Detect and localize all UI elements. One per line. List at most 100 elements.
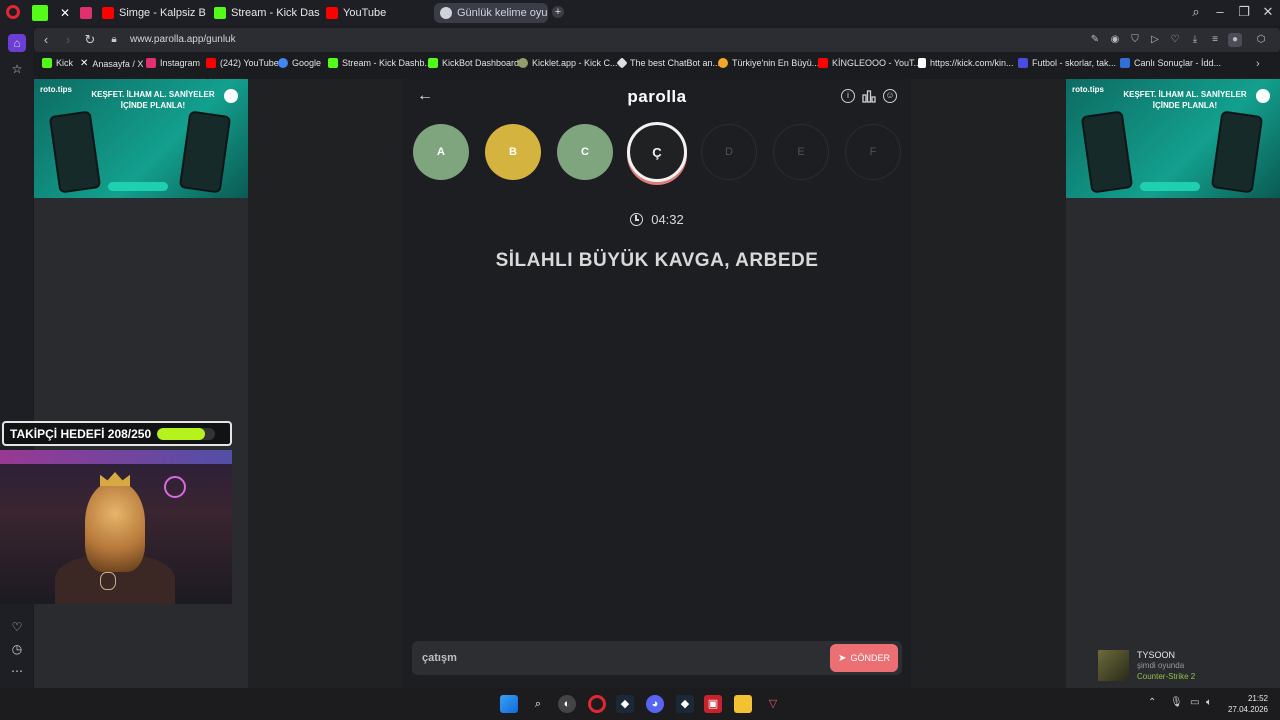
tab-kick[interactable] <box>32 3 54 23</box>
bookmark-futbol[interactable]: Futbol - skorlar, tak... <box>1018 58 1116 68</box>
taskbar: ⌕ ◐ ◆ ◕ ◆ ▣ ▽ ⌃ 🎙︎ ▭ 🔈︎ 21:52 27.04.2026 <box>0 688 1280 720</box>
send-icon: ➤ <box>838 652 847 664</box>
bookmark-kick[interactable]: Kick <box>42 58 73 68</box>
send-icon[interactable]: ▷ <box>1148 33 1162 47</box>
lock-icon: 🔒︎ <box>111 34 117 45</box>
bookmark-label: (242) YouTube <box>220 58 279 68</box>
app-icon[interactable]: ▣ <box>704 695 722 713</box>
kickbot-icon <box>428 58 438 68</box>
submit-button[interactable]: ➤ GÖNDER <box>830 644 898 672</box>
ad-banner-left[interactable]: roto.tips KEŞFET. İLHAM AL. SANİYELER İÇ… <box>34 79 248 198</box>
opera-icon[interactable] <box>588 695 606 713</box>
bookmark-youtube[interactable]: (242) YouTube <box>206 58 279 68</box>
friend-game: Counter-Strike 2 <box>1137 672 1196 681</box>
forward-button[interactable]: › <box>60 32 76 47</box>
maximize-button[interactable]: ❐ <box>1234 4 1254 20</box>
tab-youtube[interactable]: YouTube <box>326 3 386 23</box>
back-button[interactable]: ‹ <box>38 32 54 47</box>
bookmark-kick-dashboard[interactable]: Stream - Kick Dashb... <box>328 58 432 68</box>
letter-b: B <box>485 124 541 180</box>
instagram-icon <box>146 58 156 68</box>
bookmark-kingleooo[interactable]: KİNGLEOOO - YouT... <box>818 58 921 68</box>
bookmark-x[interactable]: ✕ Anasayfa / X <box>80 58 143 69</box>
steam-icon[interactable]: ◆ <box>616 695 634 713</box>
folder-icon[interactable] <box>734 695 752 713</box>
close-button[interactable]: ✕ <box>1258 4 1278 20</box>
app-icon[interactable]: ◐ <box>558 695 576 713</box>
bookmark-chatbot[interactable]: The best ChatBot an... <box>616 57 720 69</box>
results-icon <box>1120 58 1130 68</box>
info-icon[interactable]: i <box>841 89 855 103</box>
tab-parolla[interactable]: Günlük kelime oyunu - pa <box>434 3 548 23</box>
profile-icon[interactable]: ● <box>1228 33 1242 47</box>
bookmark-label: KİNGLEOOO - YouT... <box>832 58 922 68</box>
bookmark-kicklet[interactable]: Kicklet.app - Kick C... <box>518 58 618 68</box>
clock-time[interactable]: 21:52 <box>1248 694 1268 703</box>
more-icon[interactable]: ⋯ <box>8 662 26 680</box>
heart-icon[interactable]: ♡ <box>1168 33 1182 47</box>
phone-image <box>48 110 102 194</box>
stats-icon[interactable] <box>861 88 877 104</box>
camera-icon[interactable]: ◉ <box>1108 33 1122 47</box>
bookmark-turkiye[interactable]: Türkiye'nin En Büyü... <box>718 58 819 68</box>
ad-headline: KEŞFET. İLHAM AL. SANİYELER İÇİNDE PLANL… <box>91 90 215 110</box>
windows-start-icon[interactable] <box>500 695 518 713</box>
volume-icon[interactable]: 🔈︎ <box>1206 697 1212 708</box>
search-tabs-icon[interactable]: ⌕ <box>1186 4 1206 20</box>
bookmark-kick-url[interactable]: https://kick.com/kin... <box>918 58 1014 68</box>
valorant-icon[interactable]: ▽ <box>764 695 782 713</box>
bookmark-canli-sonuclar[interactable]: Canlı Sonuçlar - İdd... <box>1120 58 1221 68</box>
edit-icon[interactable]: ✎ <box>1088 33 1102 47</box>
youtube-icon <box>326 7 338 19</box>
x-icon: ✕ <box>80 58 89 69</box>
phone-image <box>1210 110 1264 194</box>
tab-x[interactable]: ✕ <box>60 3 76 23</box>
microphone-icon[interactable]: 🎙︎ <box>1170 697 1183 708</box>
new-tab-button[interactable]: + <box>552 6 564 18</box>
home-icon[interactable]: ⌂ <box>8 34 26 52</box>
minimize-button[interactable]: – <box>1210 4 1230 19</box>
bookmarks-star-icon[interactable]: ☆ <box>8 60 26 78</box>
ad-toggle-icon[interactable] <box>1256 89 1270 103</box>
profile-icon[interactable]: ☺ <box>883 89 897 103</box>
neon-sign-icon <box>164 476 186 498</box>
ad-toggle-icon[interactable] <box>224 89 238 103</box>
bookmark-instagram[interactable]: Instagram <box>146 58 200 68</box>
ad-cta-button[interactable] <box>1140 182 1200 191</box>
kick-icon <box>328 58 338 68</box>
bookmark-label: Google <box>292 58 322 68</box>
submit-label: GÖNDER <box>850 653 890 663</box>
bookmark-label: Türkiye'nin En Büyü... <box>732 58 820 68</box>
answer-input[interactable] <box>422 650 822 666</box>
steam-icon[interactable]: ◆ <box>676 695 694 713</box>
chatbot-icon <box>616 57 628 69</box>
ad-banner-right[interactable]: roto.tips KEŞFET. İLHAM AL. SANİYELER İÇ… <box>1066 79 1280 198</box>
steam-notification[interactable]: TYSOON şimdi oyunda Counter-Strike 2 <box>1096 648 1280 684</box>
ad-brand: roto.tips <box>1072 85 1104 94</box>
tab-kick-dashboard[interactable]: Stream - Kick Dashboard <box>214 3 320 23</box>
shield-icon[interactable]: ⛉ <box>1128 33 1142 47</box>
ad-cta-button[interactable] <box>108 182 168 191</box>
clock-date[interactable]: 27.04.2026 <box>1228 705 1268 714</box>
bookmark-label: Anasayfa / X <box>92 58 144 69</box>
search-icon[interactable]: ⌕ <box>529 695 547 713</box>
chevron-up-icon[interactable]: ⌃ <box>1148 697 1156 708</box>
opera-logo-icon[interactable] <box>6 5 20 19</box>
neon-light <box>0 450 232 464</box>
download-icon[interactable]: ⤓ <box>1188 33 1202 47</box>
reload-button[interactable]: ↻ <box>82 32 98 48</box>
tiktok-icon <box>918 58 926 68</box>
bookmarks-more-icon[interactable]: › <box>1256 58 1260 70</box>
tab-simge[interactable]: Simge - Kalpsiz Bir Serseri <box>102 3 206 23</box>
menu-icon[interactable]: ≡ <box>1208 33 1222 47</box>
extensions-icon[interactable]: ⬡ <box>1254 33 1268 47</box>
bookmark-google[interactable]: Google <box>278 58 321 68</box>
kick-icon <box>214 7 226 19</box>
tab-instagram[interactable] <box>80 3 96 23</box>
url-field[interactable]: www.parolla.app/gunluk <box>130 34 236 45</box>
history-icon[interactable]: ◷ <box>8 640 26 658</box>
bookmark-kickbot[interactable]: KickBot Dashboard <box>428 58 519 68</box>
network-icon[interactable]: ▭ <box>1190 697 1199 708</box>
discord-icon[interactable]: ◕ <box>646 695 664 713</box>
heart-icon[interactable]: ♡ <box>8 618 26 636</box>
